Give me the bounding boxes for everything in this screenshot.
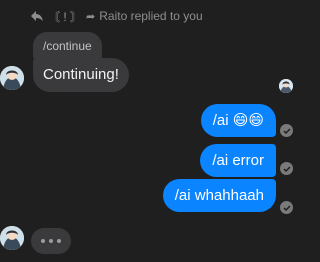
sender-avatar[interactable] <box>0 66 24 90</box>
typing-dot <box>49 239 53 243</box>
outgoing-message-text: /ai 😄😄 <box>212 112 264 129</box>
reply-header: 〘 ! 〙 ➦ Raito replied to you <box>30 7 203 25</box>
reply-arrow-icon <box>30 10 44 22</box>
outgoing-message[interactable]: /ai whahhaah <box>162 179 276 212</box>
outgoing-message[interactable]: /ai 😄😄 <box>200 104 276 137</box>
forward-icon: ➦ <box>86 10 96 23</box>
outgoing-message-text: /ai whahhaah <box>174 187 264 204</box>
incoming-message[interactable]: Continuing! <box>33 58 129 92</box>
outgoing-message-text: /ai error <box>212 152 264 169</box>
reply-bracket-name[interactable]: 〘 ! 〙 <box>48 8 82 25</box>
my-avatar[interactable] <box>279 79 293 93</box>
typing-dot <box>41 239 45 243</box>
quoted-message-text: /continue <box>43 39 92 53</box>
check-circle-icon <box>280 162 293 175</box>
sender-avatar[interactable] <box>0 226 24 250</box>
reply-label: Raito replied to you <box>99 9 203 23</box>
incoming-message-text: Continuing! <box>43 66 119 83</box>
typing-dots-icon <box>31 228 71 254</box>
typing-dot <box>57 239 61 243</box>
quoted-message[interactable]: /continue <box>33 32 102 60</box>
outgoing-message[interactable]: /ai error <box>200 144 276 177</box>
check-circle-icon <box>280 201 293 214</box>
check-circle-icon <box>280 124 293 137</box>
